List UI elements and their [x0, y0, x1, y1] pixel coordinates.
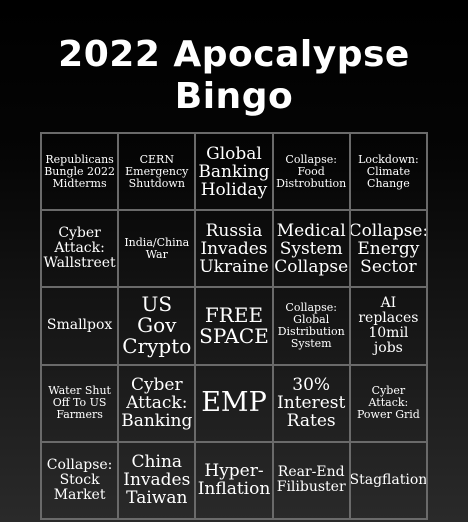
bingo-cell[interactable]: Republicans Bungle 2022 Midterms — [41, 133, 119, 211]
bingo-cell[interactable]: Stagflation — [349, 441, 427, 519]
bingo-cell[interactable]: EMP — [195, 364, 273, 442]
title-line-2: Bingo — [174, 76, 294, 117]
bingo-cell[interactable]: CERN Emergency Shutdown — [118, 133, 196, 211]
bingo-cell[interactable]: Global Banking Holiday — [195, 133, 273, 211]
bingo-cell[interactable]: Smallpox — [41, 287, 119, 365]
bingo-cell[interactable]: US Gov Crypto — [118, 287, 196, 365]
bingo-board: Republicans Bungle 2022 Midterms CERN Em… — [40, 132, 428, 520]
page-title: 2022 Apocalypse Bingo — [0, 34, 468, 118]
free-space-cell[interactable]: FREE SPACE — [195, 287, 273, 365]
bingo-cell[interactable]: 30% Interest Rates — [272, 364, 350, 442]
bingo-cell[interactable]: Lockdown: Climate Change — [349, 133, 427, 211]
bingo-cell[interactable]: Cyber Attack: Wallstreet — [41, 210, 119, 288]
bingo-cell[interactable]: Hyper- Inflation — [195, 441, 273, 519]
bingo-cell[interactable]: India/China War — [118, 210, 196, 288]
bingo-cell[interactable]: Cyber Attack: Banking — [118, 364, 196, 442]
bingo-cell[interactable]: Collapse: Global Distribution System — [272, 287, 350, 365]
title-line-1: 2022 Apocalypse — [58, 34, 410, 75]
bingo-cell[interactable]: Collapse: Stock Market — [41, 441, 119, 519]
bingo-cell[interactable]: Medical System Collapse — [272, 210, 350, 288]
bingo-cell[interactable]: Collapse: Food Distrobution — [272, 133, 350, 211]
bingo-cell[interactable]: Cyber Attack: Power Grid — [349, 364, 427, 442]
bingo-cell[interactable]: Collapse: Energy Sector — [349, 210, 427, 288]
bingo-cell[interactable]: Rear-End Filibuster — [272, 441, 350, 519]
bingo-cell[interactable]: AI replaces 10mil jobs — [349, 287, 427, 365]
bingo-cell[interactable]: Water Shut Off To US Farmers — [41, 364, 119, 442]
bingo-cell[interactable]: China Invades Taiwan — [118, 441, 196, 519]
bingo-cell[interactable]: Russia Invades Ukraine — [195, 210, 273, 288]
